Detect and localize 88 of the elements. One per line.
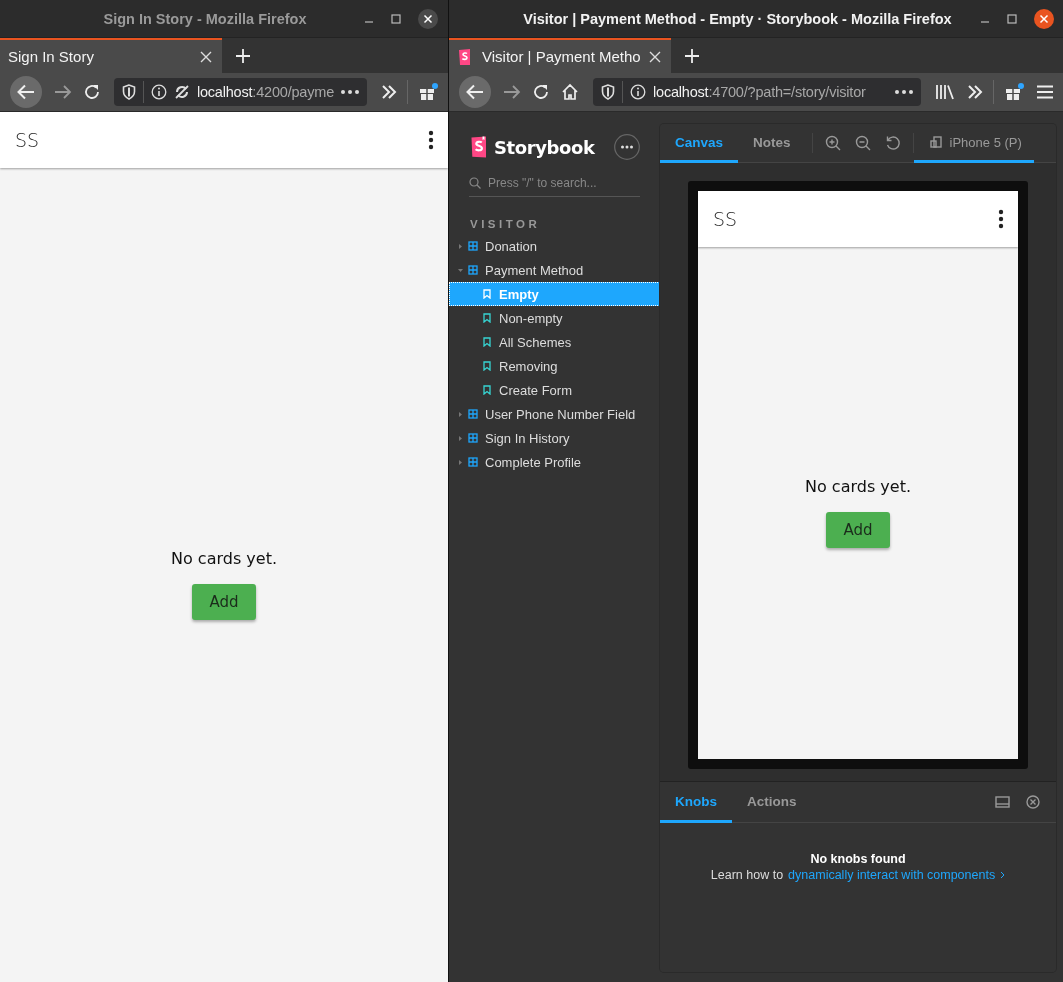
new-tab-icon[interactable] <box>236 48 250 63</box>
tree-component-item[interactable]: Payment Method <box>449 258 660 282</box>
close-tab-icon[interactable] <box>649 50 661 63</box>
bookmark-icon <box>483 361 491 371</box>
caret-right-icon <box>458 411 463 417</box>
tree-component-item[interactable]: Complete Profile <box>449 450 660 474</box>
storybook-logo-icon <box>470 136 488 158</box>
component-icon <box>468 457 478 467</box>
more-icon[interactable] <box>341 90 359 94</box>
component-icon <box>468 241 478 251</box>
overflow-chevrons-icon[interactable] <box>381 85 397 99</box>
home-icon[interactable] <box>561 83 579 101</box>
address-bar[interactable]: localhost:4200/payme <box>114 78 367 106</box>
caret-right-icon <box>458 459 463 465</box>
tree-story-item[interactable]: Removing <box>449 354 660 378</box>
tree-component-item[interactable]: Sign In History <box>449 426 660 450</box>
gift-icon[interactable] <box>1004 83 1024 101</box>
device-icon <box>929 136 942 148</box>
zoom-in-icon[interactable] <box>824 135 841 151</box>
reset-zoom-icon[interactable] <box>884 135 901 151</box>
add-button[interactable]: Add <box>826 511 890 548</box>
back-icon[interactable] <box>10 76 42 108</box>
tree-component-item[interactable]: Donation <box>449 234 660 258</box>
bookmark-icon <box>483 289 491 299</box>
overflow-chevrons-icon[interactable] <box>967 85 983 99</box>
bookmark-icon <box>483 385 491 395</box>
component-icon <box>468 265 478 275</box>
docs-link[interactable]: dynamically interact with components <box>788 868 996 882</box>
info-icon[interactable] <box>630 84 646 100</box>
search-field[interactable]: Press "/" to search... <box>488 176 640 190</box>
url-text: localhost:4700/?path=/story/visitor <box>653 84 866 100</box>
tree-story-item[interactable]: Create Form <box>449 378 660 402</box>
kebab-menu-icon[interactable] <box>998 209 1004 229</box>
app-brand: SS <box>15 129 40 151</box>
close-icon[interactable] <box>1034 8 1054 29</box>
caret-down-icon <box>458 267 463 273</box>
search-icon <box>469 177 481 189</box>
shield-icon[interactable] <box>601 84 615 100</box>
addon-tab[interactable]: Knobs <box>660 782 732 823</box>
address-bar[interactable]: localhost:4700/?path=/story/visitor <box>593 78 921 106</box>
maximize-icon[interactable] <box>1007 13 1017 24</box>
addon-tab[interactable]: Actions <box>732 782 812 823</box>
section-heading: VISITOR <box>470 218 542 230</box>
shield-icon[interactable] <box>122 84 136 100</box>
empty-message: No cards yet. <box>805 476 911 496</box>
tree-component-item[interactable]: User Phone Number Field <box>449 402 660 426</box>
library-icon[interactable] <box>935 84 955 100</box>
bookmark-icon <box>483 313 491 323</box>
add-button[interactable]: Add <box>192 583 256 620</box>
component-icon <box>468 433 478 443</box>
bookmark-icon <box>483 337 491 347</box>
caret-right-icon <box>458 435 463 441</box>
empty-message: No cards yet. <box>171 548 277 568</box>
zoom-out-icon[interactable] <box>854 135 871 151</box>
tree-story-item[interactable]: All Schemes <box>449 330 660 354</box>
reload-icon[interactable] <box>84 84 100 100</box>
caret-right-icon <box>458 243 463 249</box>
more-icon[interactable] <box>895 90 913 94</box>
help-text: Learn how to <box>710 868 784 882</box>
more-menu-icon[interactable] <box>614 134 640 160</box>
window-title: Visitor | Payment Method - Empty · Storybook - Mozilla Firefox <box>522 10 953 27</box>
browser-tab[interactable]: Visitor | Payment Metho <box>449 38 671 73</box>
tree-story-item[interactable]: Non-empty <box>449 306 660 330</box>
maximize-icon[interactable] <box>391 13 401 24</box>
browser-tab[interactable]: Sign In Story <box>0 38 222 73</box>
storybook-favicon <box>457 48 473 65</box>
app-brand: SS <box>713 208 738 230</box>
tracking-off-icon[interactable] <box>173 84 190 100</box>
back-icon[interactable] <box>459 76 491 108</box>
panel-layout-icon[interactable] <box>995 796 1010 808</box>
close-panel-icon[interactable] <box>1026 795 1040 809</box>
menu-icon[interactable] <box>1036 85 1054 99</box>
info-icon[interactable] <box>150 84 167 100</box>
empty-title: No knobs found <box>810 852 906 866</box>
close-tab-icon[interactable] <box>200 50 212 63</box>
url-text: localhost:4200/payme <box>196 84 334 100</box>
close-icon[interactable] <box>418 8 438 29</box>
gift-icon[interactable] <box>418 83 438 101</box>
chevron-right-icon <box>1000 871 1006 879</box>
kebab-menu-icon[interactable] <box>428 130 434 150</box>
component-icon <box>468 409 478 419</box>
window-title: Sign In Story - Mozilla Firefox <box>102 10 308 27</box>
reload-icon[interactable] <box>533 84 549 100</box>
forward-icon[interactable] <box>503 84 521 100</box>
preview-tab[interactable]: Notes <box>738 124 806 163</box>
forward-icon[interactable] <box>54 84 72 100</box>
storybook-brand: Storybook <box>494 136 595 158</box>
new-tab-icon[interactable] <box>685 48 699 63</box>
